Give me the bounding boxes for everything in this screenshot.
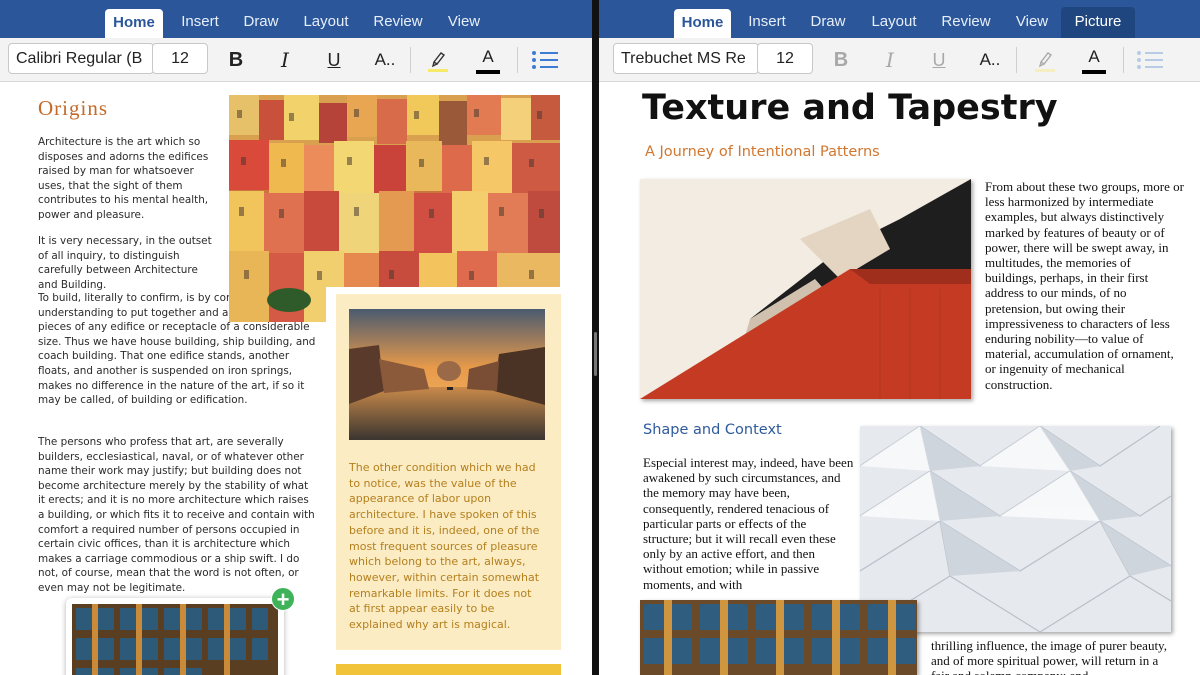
toolbar-divider (517, 47, 518, 73)
ribbon-tab-bar: Home Insert Draw Layout Review View (0, 0, 592, 38)
font-color-swatch (1082, 70, 1106, 74)
tab-home[interactable]: Home (674, 9, 731, 38)
tab-draw[interactable]: Draw (803, 10, 853, 38)
tab-layout[interactable]: Layout (863, 10, 925, 38)
toolbar-divider (410, 47, 411, 73)
body-paragraph: It is very necessary, in the outset of a… (38, 235, 212, 291)
tab-draw[interactable]: Draw (236, 10, 286, 38)
tab-view[interactable]: View (1007, 10, 1057, 38)
tab-review[interactable]: Review (933, 10, 999, 38)
highlight-color-swatch (428, 69, 448, 72)
home-toolbar: Calibri Regular (B 12 B I U A.. A (0, 38, 592, 82)
ribbon-tab-bar: Home Insert Draw Layout Review View Pict… (599, 0, 1200, 38)
text-effects-button[interactable]: A.. (973, 46, 1007, 74)
font-size-field[interactable]: 12 (152, 43, 208, 74)
tab-view[interactable]: View (440, 10, 488, 38)
font-name-field[interactable]: Trebuchet MS Re (613, 43, 759, 74)
add-button[interactable]: + (271, 587, 295, 611)
body-paragraph: thrilling influence, the image of purer … (931, 638, 1167, 675)
left-document-pane: Home Insert Draw Layout Review View Cali… (0, 0, 592, 675)
highlight-button[interactable] (1030, 46, 1060, 74)
document-title: Texture and Tapestry (642, 88, 1058, 128)
tab-insert[interactable]: Insert (172, 10, 228, 38)
colorful-houses-image[interactable] (229, 95, 560, 322)
bullet-list-icon[interactable] (532, 50, 560, 70)
body-paragraph: The persons who profess that art, are se… (38, 436, 315, 594)
abstract-architecture-image[interactable] (640, 179, 971, 399)
body-paragraph: Especial interest may, indeed, have been… (643, 455, 854, 592)
text-effects-button[interactable]: A.. (368, 46, 402, 74)
italic-button[interactable]: I (875, 46, 905, 74)
tab-insert[interactable]: Insert (739, 10, 795, 38)
sidebar-paragraph: The other condition which we had to noti… (349, 461, 540, 632)
font-color-button[interactable]: A (473, 46, 503, 74)
body-paragraph: From about these two groups, more or les… (985, 179, 1184, 392)
split-view-handle[interactable] (594, 332, 597, 376)
gold-accent-strip (336, 664, 561, 675)
home-toolbar: Trebuchet MS Re 12 B I U A.. A (599, 38, 1200, 82)
bold-button[interactable]: B (221, 46, 251, 74)
section-heading: Shape and Context (643, 422, 782, 438)
document-subtitle: A Journey of Intentional Patterns (645, 144, 880, 160)
body-paragraph: Architecture is the art which so dispose… (38, 136, 209, 221)
highlight-button[interactable] (423, 46, 453, 74)
font-color-icon: A (482, 47, 494, 66)
bold-button[interactable]: B (826, 46, 856, 74)
underline-button[interactable]: U (319, 46, 349, 74)
tab-home[interactable]: Home (105, 9, 163, 38)
font-color-button[interactable]: A (1079, 46, 1109, 74)
font-color-swatch (476, 70, 500, 74)
tab-layout[interactable]: Layout (296, 10, 356, 38)
tab-review[interactable]: Review (366, 10, 430, 38)
tab-picture[interactable]: Picture (1061, 7, 1135, 38)
building-windows-image[interactable] (640, 600, 917, 675)
building-facade-image[interactable] (72, 604, 278, 675)
bullet-list-icon[interactable] (1137, 50, 1165, 70)
document-title: Origins (38, 96, 108, 120)
font-name-field[interactable]: Calibri Regular (B (8, 43, 154, 74)
underline-button[interactable]: U (924, 46, 954, 74)
toolbar-divider (1016, 47, 1017, 73)
toolbar-divider (1123, 47, 1124, 73)
italic-button[interactable]: I (270, 46, 300, 74)
highlight-color-swatch (1035, 69, 1055, 72)
font-size-field[interactable]: 12 (757, 43, 813, 74)
venice-canal-image[interactable] (349, 309, 545, 440)
font-color-icon: A (1088, 47, 1100, 66)
